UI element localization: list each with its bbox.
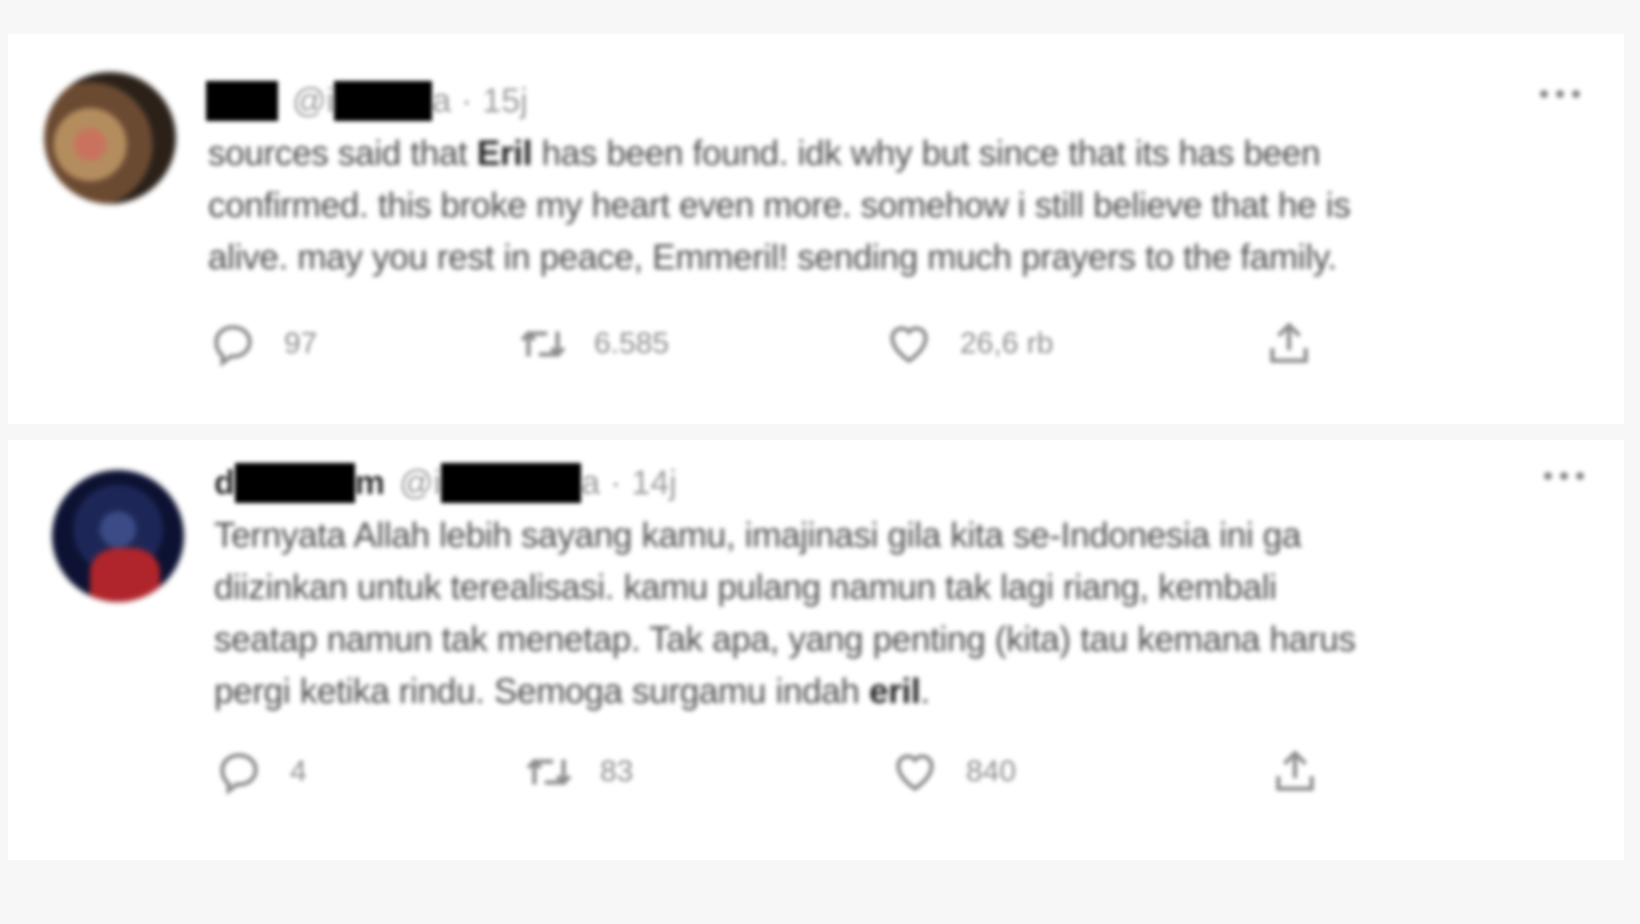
handle-prefix[interactable]: @i	[399, 464, 441, 503]
handle-prefix[interactable]: @i	[292, 82, 334, 121]
tweet-text: Ternyata Allah lebih sayang kamu, imajin…	[214, 510, 1594, 718]
tweet-header: @i a · 15j	[206, 76, 528, 126]
tweet-header: d m @i a · 14j	[214, 458, 677, 508]
share-icon	[1270, 322, 1308, 363]
reply-icon	[220, 753, 258, 795]
tweet-timestamp[interactable]: 15j	[482, 82, 527, 121]
handle-suffix[interactable]: a	[432, 82, 451, 121]
tweet-text-line: diizinkan untuk terealisasi. kamu pulang…	[214, 568, 1277, 607]
redacted-display-name	[206, 81, 278, 121]
user-avatar[interactable]	[52, 470, 184, 602]
share-icon	[1276, 750, 1314, 791]
tweet-text-line: seatap namun tak menetap. Tak apa, yang …	[214, 620, 1356, 659]
heart-icon	[896, 754, 934, 792]
redacted-display-name	[234, 463, 355, 503]
reply-button[interactable]: 97	[208, 314, 317, 374]
tweet-text-line: alive. may you rest in peace, Emmeril! s…	[208, 238, 1337, 277]
tweet-card[interactable]: @i a · 15j sources said that Eril has be…	[8, 34, 1624, 424]
retweet-count: 6.585	[594, 327, 670, 360]
separator-dot: ·	[461, 81, 473, 120]
reply-icon	[214, 325, 252, 367]
reply-count: 97	[284, 327, 318, 360]
redacted-handle	[334, 81, 433, 121]
more-dots-icon[interactable]	[1540, 470, 1586, 482]
retweet-button[interactable]: 83	[524, 742, 633, 802]
like-button[interactable]: 26,6 rb	[884, 314, 1053, 374]
user-avatar[interactable]	[44, 72, 176, 204]
redacted-handle	[441, 463, 582, 503]
like-count: 26,6 rb	[960, 327, 1054, 360]
display-name-suffix[interactable]: m	[355, 464, 385, 503]
tweet-text-line: sources said that Eril has been found. i…	[208, 134, 1321, 173]
heart-icon	[890, 326, 928, 364]
like-button[interactable]: 840	[890, 742, 1016, 802]
reply-button[interactable]: 4	[214, 742, 307, 802]
retweet-button[interactable]: 6.585	[518, 314, 669, 374]
retweet-icon	[526, 758, 572, 786]
tweet-text-line: confirmed. this broke my heart even more…	[208, 186, 1351, 225]
tweet-text-line: pergi ketika rindu. Semoga surgamu indah…	[214, 672, 930, 711]
separator-dot: ·	[610, 463, 622, 502]
retweet-icon	[520, 330, 566, 358]
more-dots-icon[interactable]	[1536, 88, 1582, 100]
tweet-text-line: Ternyata Allah lebih sayang kamu, imajin…	[214, 516, 1302, 555]
tweet-card[interactable]: d m @i a · 14j Ternyata Allah lebih saya…	[8, 440, 1624, 860]
tweet-actions: 97 6.585 26,6 rb	[208, 314, 1608, 374]
tweet-text: sources said that Eril has been found. i…	[208, 128, 1588, 284]
retweet-count: 83	[600, 755, 634, 788]
reply-count: 4	[290, 755, 307, 788]
share-button[interactable]	[1270, 742, 1346, 802]
tweet-timestamp[interactable]: 14j	[631, 464, 676, 503]
handle-suffix[interactable]: a	[581, 464, 600, 503]
display-name-prefix[interactable]: d	[214, 464, 235, 503]
tweet-actions: 4 83 840	[214, 742, 1614, 802]
share-button[interactable]	[1264, 314, 1340, 374]
like-count: 840	[966, 755, 1017, 788]
